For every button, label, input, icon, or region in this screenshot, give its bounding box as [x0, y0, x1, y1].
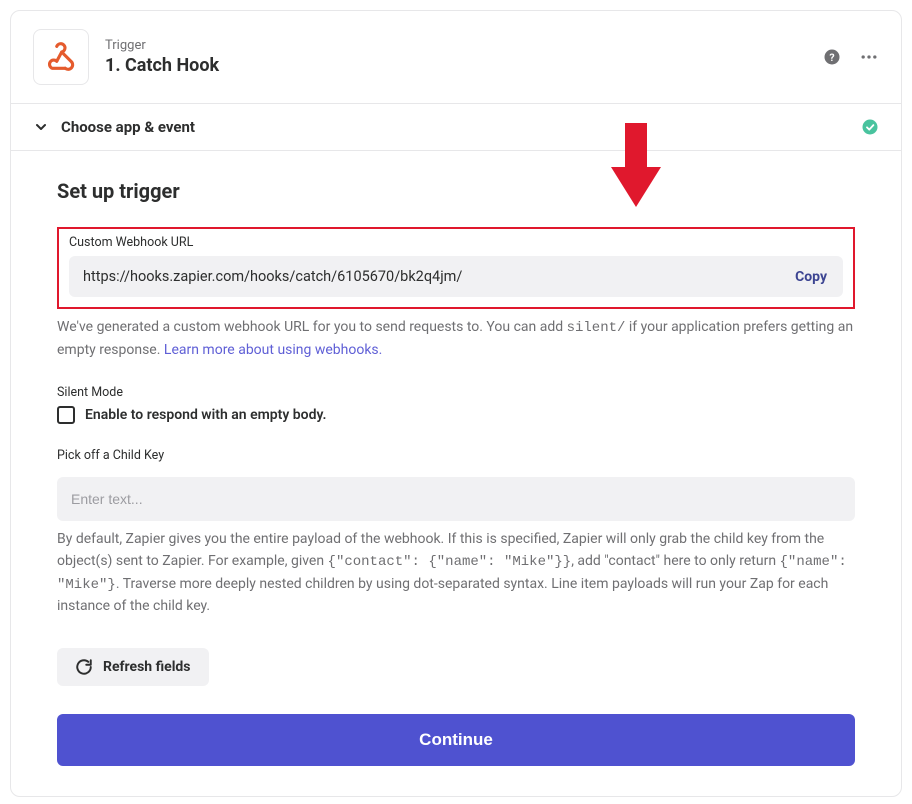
check-circle-icon	[861, 118, 879, 136]
step-type-label: Trigger	[105, 38, 807, 53]
webhook-url-help: We've generated a custom webhook URL for…	[57, 317, 855, 361]
step-header-actions: ?	[823, 47, 879, 67]
webhook-url-row: https://hooks.zapier.com/hooks/catch/610…	[69, 256, 843, 297]
step-header-text: Trigger 1. Catch Hook	[105, 38, 807, 76]
svg-text:?: ?	[829, 51, 834, 64]
webhook-url-value[interactable]: https://hooks.zapier.com/hooks/catch/610…	[83, 268, 793, 285]
child-key-label: Pick off a Child Key	[57, 448, 855, 463]
choose-app-event-label: Choose app & event	[61, 118, 849, 136]
webhook-help-prefix: We've generated a custom webhook URL for…	[57, 319, 567, 335]
webhook-icon	[44, 40, 78, 74]
choose-app-event-section[interactable]: Choose app & event	[11, 103, 901, 151]
webhook-url-block: Custom Webhook URL https://hooks.zapier.…	[57, 227, 855, 309]
help-icon: ?	[823, 48, 841, 66]
silent-mode-section: Silent Mode Enable to respond with an em…	[57, 385, 855, 424]
chevron-down-icon	[33, 119, 49, 135]
learn-more-link[interactable]: Learn more about using webhooks.	[164, 342, 382, 358]
step-header: Trigger 1. Catch Hook ?	[11, 11, 901, 103]
silent-mode-checkbox[interactable]	[57, 406, 75, 424]
webhook-help-code: silent/	[567, 320, 626, 336]
child-key-help-c: . Traverse more deeply nested children b…	[57, 576, 828, 615]
child-key-help-b: , add "contact" here to only return	[571, 553, 779, 569]
dots-horizontal-icon	[859, 47, 879, 67]
setup-trigger-heading: Set up trigger	[57, 179, 855, 203]
webhook-url-label: Custom Webhook URL	[69, 235, 843, 250]
silent-mode-label: Silent Mode	[57, 385, 855, 400]
continue-button[interactable]: Continue	[57, 714, 855, 766]
refresh-icon	[75, 658, 93, 676]
refresh-fields-button[interactable]: Refresh fields	[57, 648, 209, 686]
silent-mode-checkbox-label: Enable to respond with an empty body.	[85, 407, 326, 423]
trigger-step-card: Trigger 1. Catch Hook ? Choose app & eve…	[10, 10, 902, 797]
child-key-input[interactable]	[57, 477, 855, 521]
help-button[interactable]: ?	[823, 48, 841, 66]
more-options-button[interactable]	[859, 47, 879, 67]
refresh-fields-label: Refresh fields	[103, 659, 191, 675]
copy-button[interactable]: Copy	[793, 269, 829, 285]
app-icon	[33, 29, 89, 85]
step-title: 1. Catch Hook	[105, 55, 807, 76]
child-key-section: Pick off a Child Key By default, Zapier …	[57, 448, 855, 618]
silent-mode-row: Enable to respond with an empty body.	[57, 406, 855, 424]
setup-trigger-panel: Set up trigger Custom Webhook URL https:…	[11, 151, 901, 796]
child-key-help-code1: {"contact": {"name": "Mike"}}	[328, 554, 572, 570]
child-key-help: By default, Zapier gives you the entire …	[57, 529, 855, 618]
